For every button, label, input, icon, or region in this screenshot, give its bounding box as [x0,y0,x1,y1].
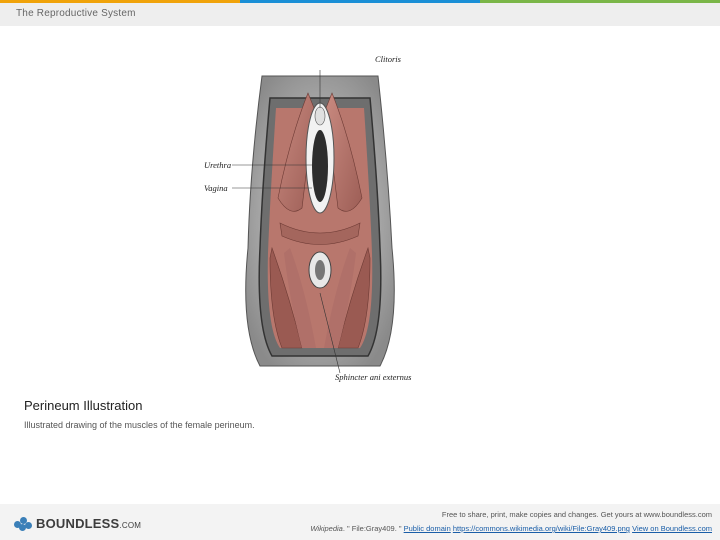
footer-attribution: Wikipedia. " File:Gray409. " Public doma… [310,524,712,533]
file-name: . " File:Gray409. " [342,524,402,533]
label-vagina: Vagina [204,183,228,193]
caption-title: Perineum Illustration [24,398,143,413]
boundless-logo-icon [14,516,32,531]
source-url-link[interactable]: https://commons.wikimedia.org/wiki/File:… [453,524,630,533]
label-clitoris: Clitoris [375,54,401,64]
label-sphincter: Sphincter ani externus [335,372,412,382]
license-link[interactable]: Public domain [404,524,451,533]
page-title: The Reproductive System [16,8,136,19]
footer: BOUNDLESS.COM Free to share, print, make… [0,504,720,540]
view-on-boundless-link[interactable]: View on Boundless.com [632,524,712,533]
caption-description: Illustrated drawing of the muscles of th… [24,420,255,430]
footer-notice: Free to share, print, make copies and ch… [441,510,712,519]
anatomical-illustration-icon [232,70,395,374]
label-urethra: Urethra [204,160,232,170]
perineum-illustration: Clitoris Urethra Vagina Sphincter ani ex… [190,48,440,388]
logo-wordmark: BOUNDLESS.COM [36,516,142,531]
slide-header: The Reproductive System [0,3,720,26]
boundless-logo[interactable]: BOUNDLESS.COM [14,516,141,531]
source-name: Wikipedia [310,524,343,533]
